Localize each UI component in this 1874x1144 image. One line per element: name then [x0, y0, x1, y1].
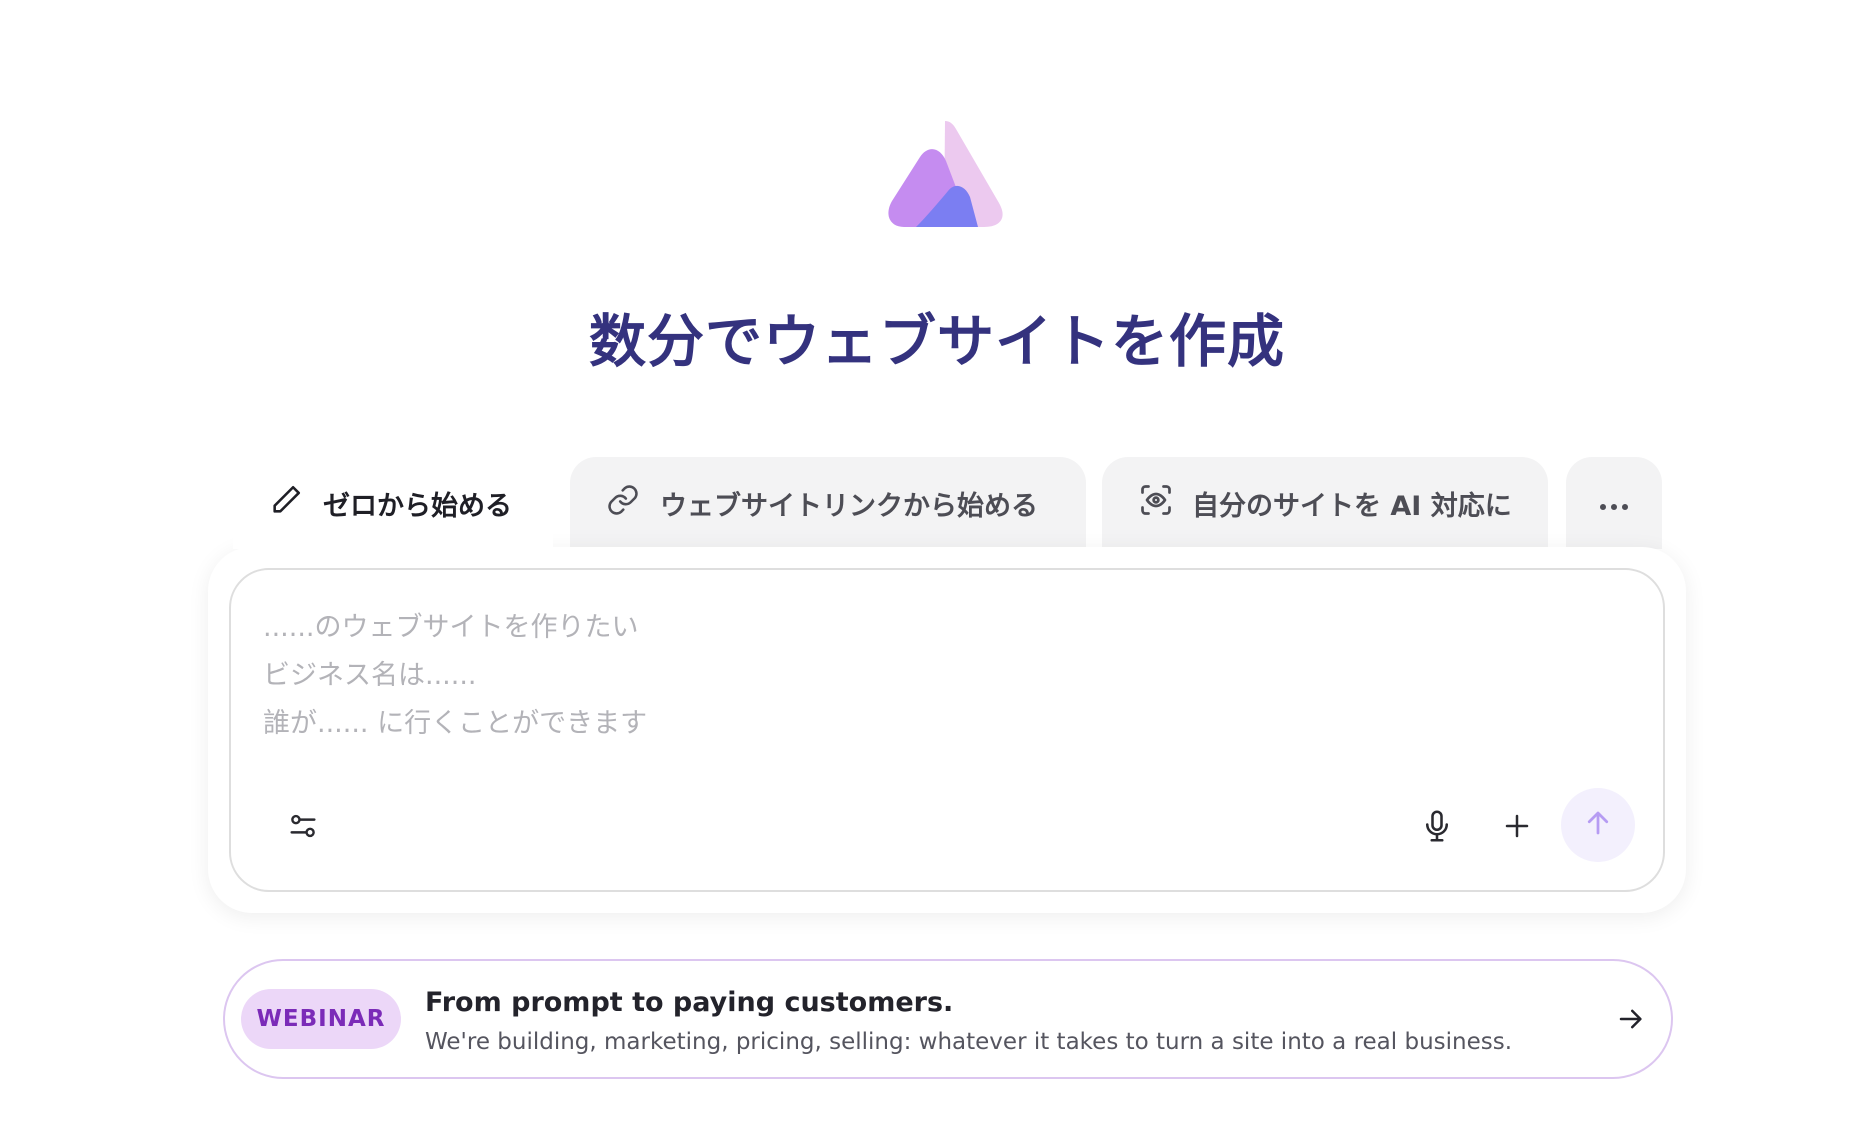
send-button[interactable] — [1561, 788, 1635, 862]
prompt-input-placeholder[interactable]: ......のウェブサイトを作りたい ビジネス名は...... 誰が......… — [263, 604, 1163, 748]
microphone-icon — [1419, 808, 1455, 848]
tab-label: 自分のサイトを AI 対応に — [1192, 490, 1512, 522]
more-horizontal-icon — [1598, 488, 1630, 519]
arrow-right-icon — [1616, 1004, 1646, 1038]
sliders-icon — [286, 809, 320, 847]
banner-open-button[interactable] — [1611, 1001, 1651, 1041]
webinar-banner[interactable]: WEBINAR From prompt to paying customers.… — [223, 959, 1673, 1079]
page-title: 数分でウェブサイトを作成 — [589, 309, 1285, 375]
brand-logo — [888, 121, 1003, 227]
settings-button[interactable] — [283, 808, 323, 848]
more-options-button[interactable] — [1566, 457, 1662, 549]
tab-label: ウェブサイトリンクから始める — [660, 490, 1038, 522]
link-icon — [606, 483, 640, 524]
webinar-badge: WEBINAR — [241, 989, 401, 1049]
page: 数分でウェブサイトを作成 ゼロから始める ウェブサイトリンクから始める 自分のサ… — [0, 0, 1874, 1144]
tab-start-from-scratch[interactable]: ゼロから始める — [233, 457, 553, 549]
plus-icon — [1502, 811, 1532, 845]
banner-subtitle: We're building, marketing, pricing, sell… — [425, 1029, 1513, 1055]
tab-label: ゼロから始める — [323, 490, 512, 522]
voice-input-button[interactable] — [1413, 804, 1461, 852]
add-attachment-button[interactable] — [1493, 804, 1541, 852]
arrow-up-icon — [1583, 808, 1613, 842]
tab-start-from-link[interactable]: ウェブサイトリンクから始める — [570, 457, 1086, 549]
banner-title: From prompt to paying customers. — [425, 987, 954, 1018]
pencil-icon — [269, 483, 303, 524]
tab-make-ai-ready[interactable]: 自分のサイトを AI 対応に — [1102, 457, 1548, 549]
scan-eye-icon — [1138, 482, 1174, 525]
prompt-composer[interactable]: ......のウェブサイトを作りたい ビジネス名は...... 誰が......… — [229, 568, 1665, 892]
